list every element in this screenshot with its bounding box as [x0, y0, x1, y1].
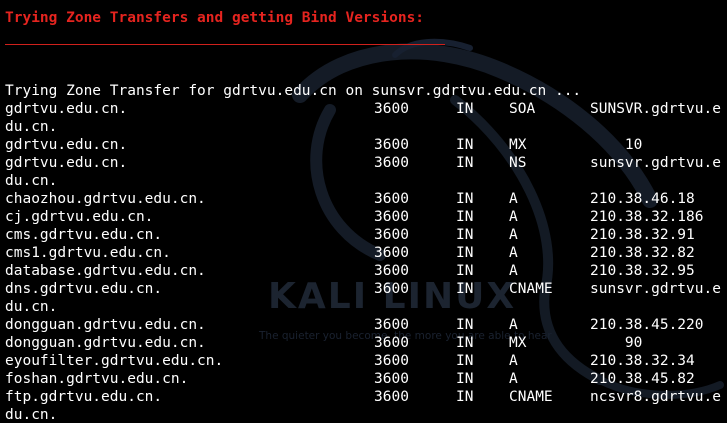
dns-record-row: ftp.gdrtvu.edu.cn. 3600 IN CNAME ncsvr8.gdrt… — [5, 388, 727, 406]
record-host: eyoufilter.gdrtvu.edu.cn. — [5, 353, 224, 369]
dns-record-row: dongguan.gdrtvu.edu.cn. 3600 IN A 210.38.45.… — [5, 316, 727, 334]
dns-record-row: chaozhou.gdrtvu.edu.cn. 3600 IN A 210.38.46.… — [5, 190, 727, 208]
dns-record-row: foshan.gdrtvu.edu.cn. 3600 IN A 210.38.45.82 — [5, 370, 727, 388]
record-ttl: 3600 — [374, 245, 409, 261]
record-class: IN — [456, 263, 474, 279]
record-host: cj.gdrtvu.edu.cn. — [5, 209, 154, 225]
record-host: gdrtvu.edu.cn. — [5, 101, 128, 117]
record-ttl: 3600 — [374, 191, 409, 207]
record-type: A — [509, 209, 518, 225]
dns-record-row: eyoufilter.gdrtvu.edu.cn. 3600 IN A 210.38.3… — [5, 352, 727, 370]
record-wrap-line: du.cn. — [5, 118, 727, 136]
record-ttl: 3600 — [374, 335, 409, 351]
record-type: MX — [509, 137, 527, 153]
record-type: A — [509, 245, 518, 261]
record-class: IN — [456, 137, 474, 153]
record-ttl: 3600 — [374, 101, 409, 117]
section-heading: Trying Zone Transfers and getting Bind V… — [5, 10, 425, 26]
terminal-window[interactable]: KALI LINUX The quieter you become, the m… — [0, 0, 727, 423]
record-wrap-text: du.cn. — [5, 119, 58, 135]
record-wrap-line: du.cn. — [5, 172, 727, 190]
record-type: A — [509, 371, 518, 387]
record-ttl: 3600 — [374, 155, 409, 171]
record-host: gdrtvu.edu.cn. — [5, 155, 128, 171]
record-class: IN — [456, 317, 474, 333]
record-wrap-line: du.cn. — [5, 406, 727, 423]
record-host: gdrtvu.edu.cn. — [5, 137, 128, 153]
record-ttl: 3600 — [374, 209, 409, 225]
dns-record-row: gdrtvu.edu.cn. 3600 IN NS sunsvr.gdrtvu.e — [5, 154, 727, 172]
record-ttl: 3600 — [374, 317, 409, 333]
record-value: 210.38.45.82 — [590, 371, 695, 387]
record-host: dongguan.gdrtvu.edu.cn. — [5, 317, 206, 333]
record-class: IN — [456, 191, 474, 207]
record-type: CNAME — [509, 281, 553, 297]
record-wrap-text: du.cn. — [5, 407, 58, 423]
record-ttl: 3600 — [374, 281, 409, 297]
record-value: 10 — [590, 137, 643, 153]
record-wrap-text: du.cn. — [5, 299, 58, 315]
record-host: chaozhou.gdrtvu.edu.cn. — [5, 191, 206, 207]
record-host: foshan.gdrtvu.edu.cn. — [5, 371, 189, 387]
record-value: 90 — [590, 335, 643, 351]
record-ttl: 3600 — [374, 389, 409, 405]
record-host: ftp.gdrtvu.edu.cn. — [5, 389, 163, 405]
record-class: IN — [456, 209, 474, 225]
record-type: A — [509, 263, 518, 279]
record-host: dongguan.gdrtvu.edu.cn. — [5, 335, 206, 351]
dns-record-row: cms.gdrtvu.edu.cn. 3600 IN A 210.38.32.91 — [5, 226, 727, 244]
record-ttl: 3600 — [374, 227, 409, 243]
record-type: A — [509, 191, 518, 207]
record-class: IN — [456, 245, 474, 261]
record-class: IN — [456, 335, 474, 351]
record-ttl: 3600 — [374, 263, 409, 279]
record-class: IN — [456, 371, 474, 387]
record-type: A — [509, 317, 518, 333]
record-value: 210.38.32.91 — [590, 227, 695, 243]
record-ttl: 3600 — [374, 353, 409, 369]
record-class: IN — [456, 281, 474, 297]
record-class: IN — [456, 155, 474, 171]
transfer-status-line: Trying Zone Transfer for gdrtvu.edu.cn o… — [5, 83, 582, 99]
record-host: cms1.gdrtvu.edu.cn. — [5, 245, 171, 261]
record-value: 210.38.32.95 — [590, 263, 695, 279]
dns-record-row: gdrtvu.edu.cn. 3600 IN SOA SUNSVR.gdrtvu.e — [5, 100, 727, 118]
record-ttl: 3600 — [374, 371, 409, 387]
record-value: ncsvr8.gdrtvu.e — [590, 389, 721, 405]
record-value: 210.38.32.34 — [590, 353, 695, 369]
record-class: IN — [456, 353, 474, 369]
dns-record-row: cj.gdrtvu.edu.cn. 3600 IN A 210.38.32.186 — [5, 208, 727, 226]
record-value: 210.38.32.82 — [590, 245, 695, 261]
record-class: IN — [456, 227, 474, 243]
record-wrap-text: du.cn. — [5, 173, 58, 189]
record-host: database.gdrtvu.edu.cn. — [5, 263, 206, 279]
record-type: A — [509, 227, 518, 243]
record-wrap-line: du.cn. — [5, 298, 727, 316]
record-host: dns.gdrtvu.edu.cn. — [5, 281, 163, 297]
record-class: IN — [456, 101, 474, 117]
record-type: CNAME — [509, 389, 553, 405]
heading-underline — [5, 44, 445, 45]
record-type: A — [509, 353, 518, 369]
record-value: 210.38.46.18 — [590, 191, 695, 207]
record-type: SOA — [509, 101, 536, 117]
record-host: cms.gdrtvu.edu.cn. — [5, 227, 163, 243]
dns-record-row: dns.gdrtvu.edu.cn. 3600 IN CNAME sunsvr.gdrt… — [5, 280, 727, 298]
record-value: 210.38.32.186 — [590, 209, 704, 225]
record-ttl: 3600 — [374, 137, 409, 153]
terminal-output: Trying Zone Transfer for gdrtvu.edu.cn o… — [5, 82, 727, 423]
record-value: 210.38.45.220 — [590, 317, 704, 333]
record-value: sunsvr.gdrtvu.e — [590, 281, 721, 297]
dns-record-row: database.gdrtvu.edu.cn. 3600 IN A 210.38.32.… — [5, 262, 727, 280]
dns-record-row: cms1.gdrtvu.edu.cn. 3600 IN A 210.38.32.82 — [5, 244, 727, 262]
record-type: MX — [509, 335, 527, 351]
record-value: sunsvr.gdrtvu.e — [590, 155, 721, 171]
record-type: NS — [509, 155, 527, 171]
dns-record-row: dongguan.gdrtvu.edu.cn. 3600 IN MX 90 — [5, 334, 727, 352]
dns-record-row: gdrtvu.edu.cn. 3600 IN MX 10 — [5, 136, 727, 154]
record-value: SUNSVR.gdrtvu.e — [590, 101, 721, 117]
record-class: IN — [456, 389, 474, 405]
